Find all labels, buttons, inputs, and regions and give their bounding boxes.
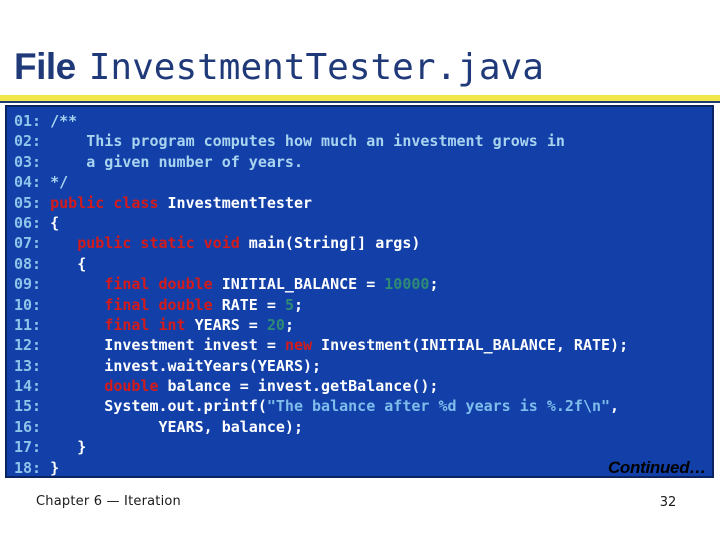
code-line-number: 10: <box>14 295 42 314</box>
code-listing-panel: 01: /** 02: This program computes how muc… <box>5 105 714 478</box>
code-line: 15: System.out.printf("The balance after… <box>14 396 628 416</box>
code-line-number: 09: <box>14 275 42 294</box>
code-line-number: 13: <box>14 356 42 375</box>
code-line-number: 07: <box>14 234 42 253</box>
code-token-id: ; <box>284 315 294 334</box>
code-line: 13: invest.waitYears(YEARS); <box>14 356 628 376</box>
code-line: 08: { <box>14 254 628 274</box>
code-line: 03: a given number of years. <box>14 152 628 172</box>
code-line-number: 05: <box>14 193 42 212</box>
code-token-kw: public static void <box>77 234 240 253</box>
code-token-kw: final double <box>104 275 213 294</box>
code-token-num: 10000 <box>384 275 430 294</box>
code-line: 18: } <box>14 458 628 477</box>
page-title-label: File <box>14 46 76 87</box>
code-token-kw: double <box>104 377 159 396</box>
code-token-id: Investment invest = <box>41 336 285 355</box>
code-line-number: 06: <box>14 213 42 232</box>
code-line: 10: final double RATE = 5; <box>14 295 628 315</box>
page-title-filename: InvestmentTester.java <box>88 46 544 88</box>
code-line: 16: YEARS, balance); <box>14 417 628 437</box>
code-line: 01: /** <box>14 111 628 131</box>
code-token-id: { <box>41 254 87 273</box>
code-token-cmt: This program computes how much an invest… <box>41 132 565 151</box>
code-line-number: 04: <box>14 173 42 192</box>
code-line-number: 16: <box>14 417 42 436</box>
code-line: 11: final int YEARS = 20; <box>14 315 628 335</box>
code-line-number: 01: <box>14 112 42 130</box>
code-token-id <box>41 194 50 212</box>
code-token-num: 20 <box>266 315 285 334</box>
code-line: 17: } <box>14 437 628 457</box>
code-line-number: 11: <box>14 315 42 334</box>
code-line-number: 03: <box>14 152 42 171</box>
code-line-number: 08: <box>14 254 42 273</box>
code-token-num: 5 <box>284 295 294 314</box>
footer-page-number: 32 <box>659 495 677 510</box>
code-token-kw: final double <box>104 295 213 314</box>
code-line: 12: Investment invest = new Investment(I… <box>14 335 628 355</box>
code-token-cmt: */ <box>50 173 69 192</box>
code-line-number: 17: <box>14 438 42 457</box>
code-token-id: YEARS = <box>185 315 267 334</box>
code-token-id <box>41 377 104 395</box>
code-line-number: 18: <box>14 458 42 477</box>
code-token-id: System.out.printf( <box>41 397 267 416</box>
code-token-cmt: a given number of years. <box>41 152 303 171</box>
code-token-id: main(String[] args) <box>239 234 421 253</box>
code-token-id <box>41 296 104 314</box>
code-token-id <box>41 234 77 252</box>
code-token-id: YEARS, balance); <box>41 417 303 436</box>
code-line: 07: public static void main(String[] arg… <box>14 233 628 253</box>
code-token-str: "The balance after %d years is %.2f\n" <box>266 397 611 416</box>
code-token-id: ; <box>293 295 303 314</box>
code-token-id: INITIAL_BALANCE = <box>212 275 385 294</box>
code-line: 04: */ <box>14 172 628 192</box>
page-title: File InvestmentTester.java <box>14 41 544 93</box>
title-divider-navy <box>0 101 720 103</box>
code-token-id: } <box>41 458 60 477</box>
code-line: 02: This program computes how much an in… <box>14 131 628 151</box>
code-token-id: { <box>41 213 60 232</box>
code-line-number: 12: <box>14 336 42 355</box>
code-lines: 01: /** 02: This program computes how muc… <box>14 111 628 477</box>
code-token-id: invest.waitYears(YEARS); <box>41 356 322 375</box>
code-line-number: 15: <box>14 397 42 416</box>
code-token-id: InvestmentTester <box>158 193 313 212</box>
code-line-number: 02: <box>14 132 42 151</box>
code-token-kw: new <box>284 336 313 355</box>
code-token-id <box>41 275 104 293</box>
code-token-id <box>41 316 104 334</box>
code-token-id: } <box>41 438 87 457</box>
code-token-id: ; <box>429 275 439 294</box>
code-token-kw: public class <box>50 193 159 212</box>
code-line: 06: { <box>14 213 628 233</box>
code-token-id: , <box>610 397 620 416</box>
code-line: 05: public class InvestmentTester <box>14 193 628 213</box>
code-token-id: Investment(INITIAL_BALANCE, RATE); <box>312 336 629 355</box>
code-token-kw: final int <box>104 315 186 334</box>
continued-label: Continued… <box>607 458 706 477</box>
footer-chapter-label: Chapter 6 — Iteration <box>36 494 181 509</box>
code-line-number: 14: <box>14 377 42 396</box>
code-line: 14: double balance = invest.getBalance()… <box>14 376 628 396</box>
code-token-id: RATE = <box>212 295 285 314</box>
code-line: 09: final double INITIAL_BALANCE = 10000… <box>14 274 628 294</box>
code-token-cmt: /** <box>50 112 78 130</box>
code-token-id: balance = invest.getBalance(); <box>158 377 439 396</box>
code-token-id <box>41 173 50 191</box>
code-token-id <box>41 112 50 130</box>
